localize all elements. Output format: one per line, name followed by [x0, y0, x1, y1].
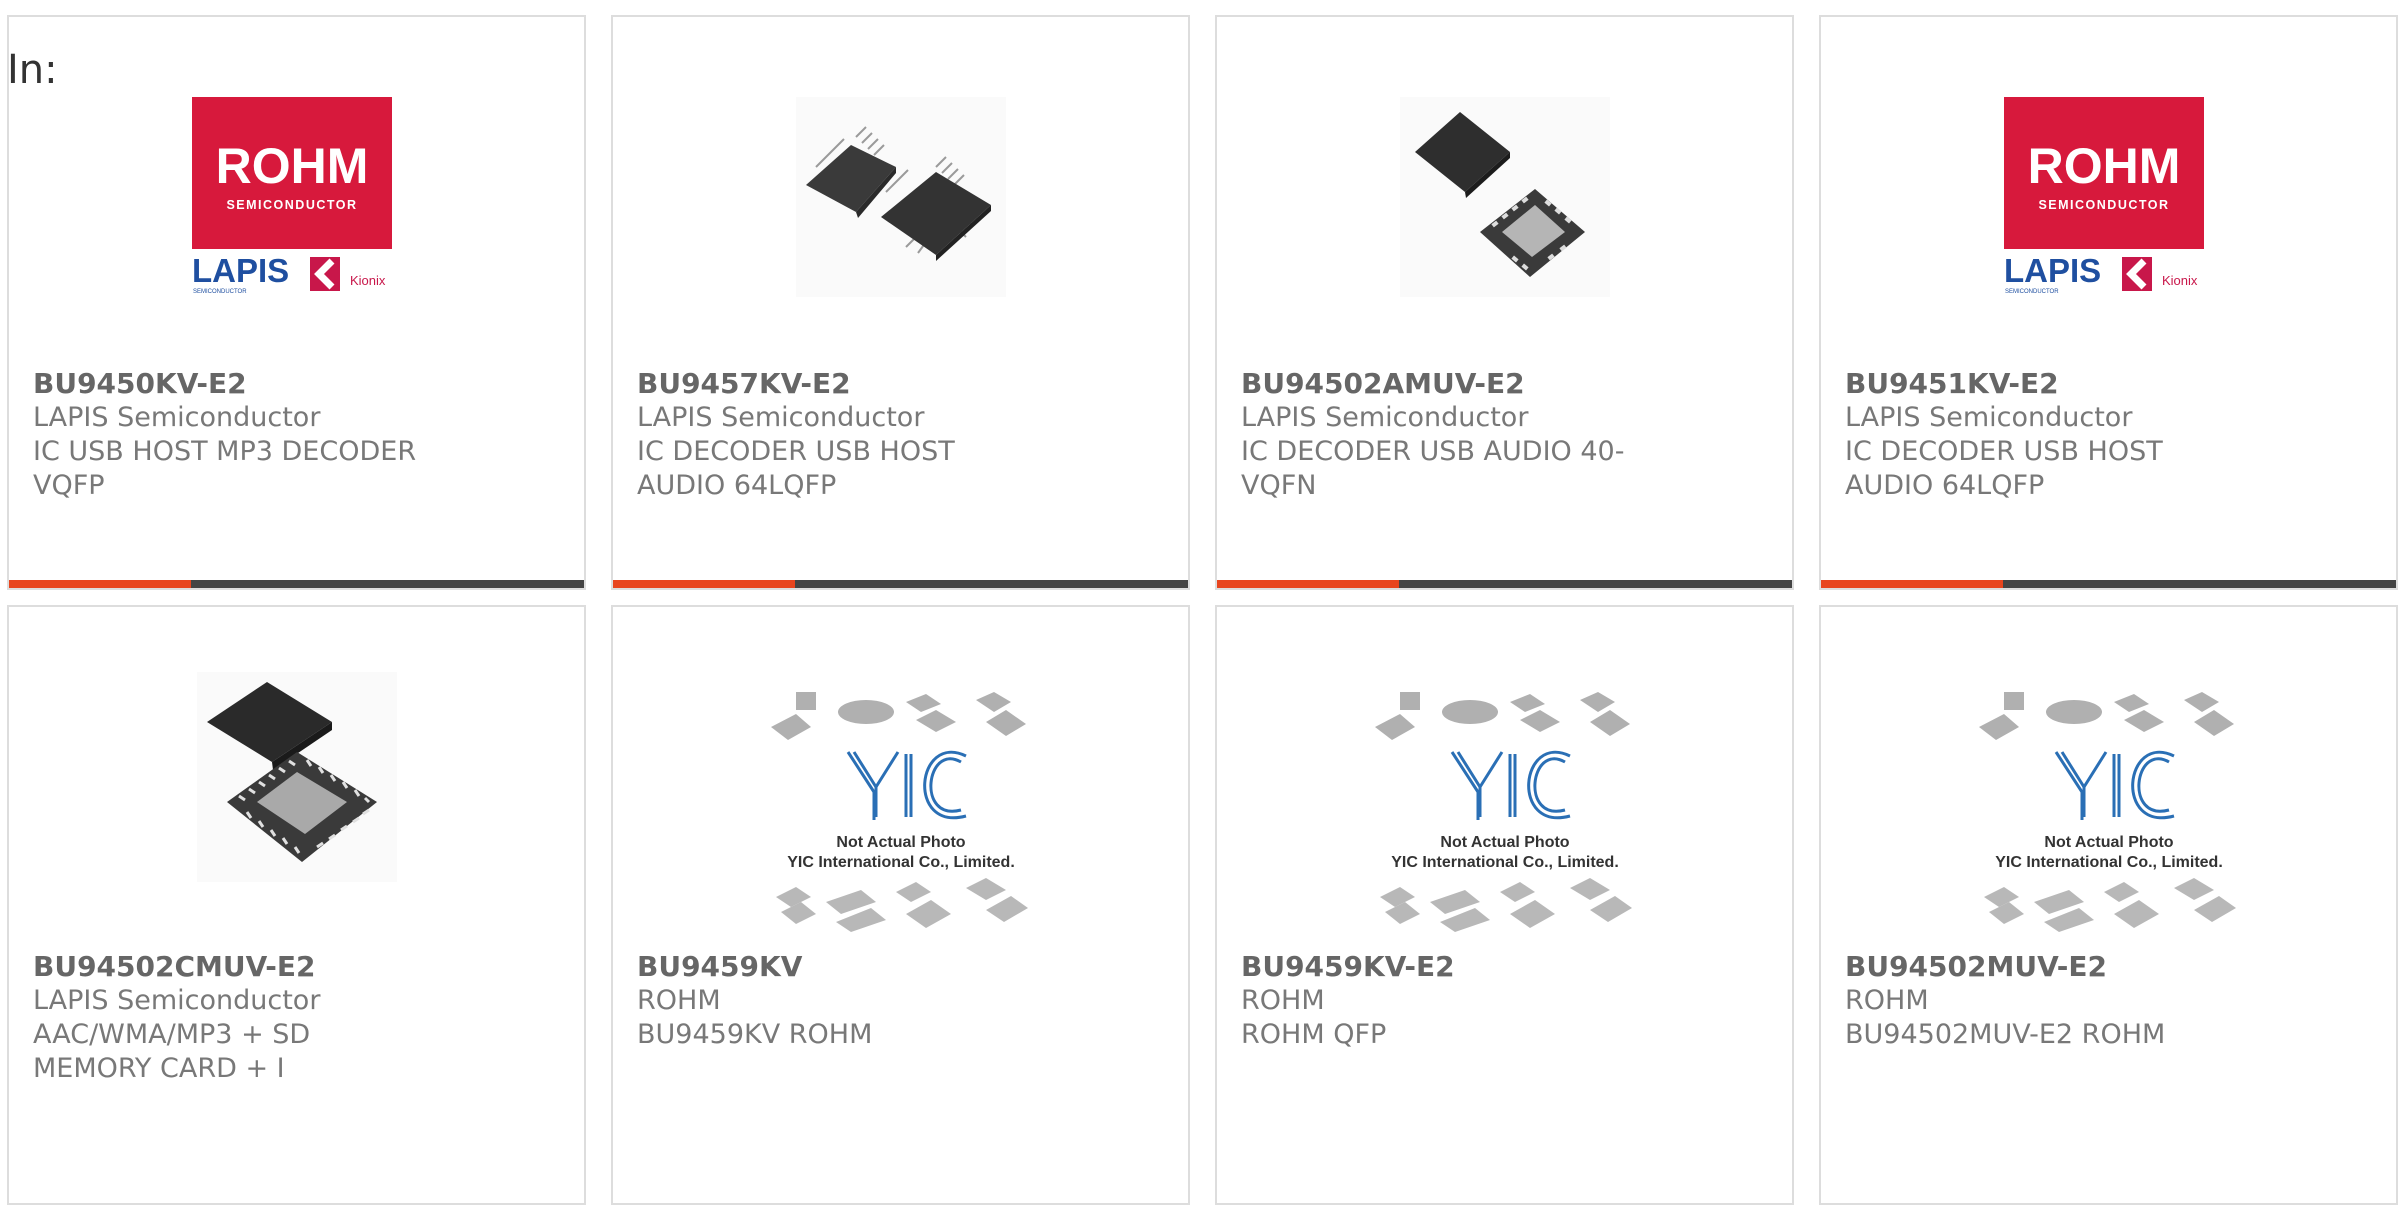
description: BU94502MUV-E2 ROHM — [1845, 1019, 2166, 1050]
manufacturer: LAPIS Semiconductor — [1241, 402, 1529, 433]
product-card[interactable]: BU94502CMUV-E2 LAPIS Semiconductor AAC/W… — [7, 605, 586, 1205]
part-number[interactable]: BU9450KV-E2 — [33, 367, 560, 401]
part-number[interactable]: BU94502MUV-E2 — [1845, 950, 2372, 984]
manufacturer: LAPIS Semiconductor — [1845, 402, 2133, 433]
product-card[interactable]: Not Actual Photo YIC International Co., … — [1819, 605, 2398, 1205]
product-image[interactable]: Not Actual Photo YIC International Co., … — [1217, 692, 1792, 932]
manufacturer: LAPIS Semiconductor — [33, 985, 321, 1016]
card-accent-bar — [9, 580, 191, 588]
placeholder-line1: Not Actual Photo — [1440, 834, 1569, 851]
placeholder-line1: Not Actual Photo — [2044, 834, 2173, 851]
search-in-label: In: — [7, 47, 58, 93]
manufacturer: ROHM — [1241, 985, 1325, 1016]
product-card[interactable]: ROHM SEMICONDUCTOR LAPIS SEMICONDUCTOR K… — [1819, 15, 2398, 590]
product-image[interactable]: ROHM SEMICONDUCTOR LAPIS SEMICONDUCTOR K… — [1821, 77, 2396, 317]
vqfn-chip-photo-icon — [1399, 97, 1610, 297]
description: AAC/WMA/MP3 + SD MEMORY CARD + I — [33, 1019, 311, 1084]
lapis-text: LAPIS — [2004, 252, 2101, 289]
card-bottom-bar — [1821, 580, 2396, 588]
rohm-lapis-logo: ROHM SEMICONDUCTOR LAPIS SEMICONDUCTOR K… — [191, 97, 392, 295]
manufacturer: LAPIS Semiconductor — [637, 402, 925, 433]
description: IC USB HOST MP3 DECODER VQFP — [33, 436, 417, 501]
manufacturer: ROHM — [637, 985, 721, 1016]
card-bottom-bar — [9, 580, 584, 588]
description: IC DECODER USB HOST AUDIO 64LQFP — [637, 436, 955, 501]
placeholder-line2: YIC International Co., Limited. — [1995, 854, 2223, 871]
qfp-chip-photo-icon — [795, 97, 1006, 297]
placeholder-line1: Not Actual Photo — [836, 834, 965, 851]
product-image[interactable]: Not Actual Photo YIC International Co., … — [613, 692, 1188, 932]
kionix-text: Kionix — [350, 273, 386, 288]
description: IC DECODER USB AUDIO 40-VQFN — [1241, 436, 1625, 501]
card-bottom-bar — [1217, 580, 1792, 588]
rohm-sub-text: SEMICONDUCTOR — [2038, 198, 2169, 212]
product-image[interactable]: ROHM SEMICONDUCTOR LAPIS SEMICONDUCTOR K… — [9, 77, 584, 317]
product-card[interactable]: Not Actual Photo YIC International Co., … — [1215, 605, 1794, 1205]
yic-placeholder-image: Not Actual Photo YIC International Co., … — [1374, 692, 1632, 932]
rohm-sub-text: SEMICONDUCTOR — [226, 198, 357, 212]
product-image[interactable]: Not Actual Photo YIC International Co., … — [1821, 692, 2396, 932]
part-number[interactable]: BU94502AMUV-E2 — [1241, 367, 1768, 401]
product-image[interactable] — [613, 77, 1188, 317]
rohm-text: ROHM — [2027, 138, 2180, 194]
part-number[interactable]: BU9451KV-E2 — [1845, 367, 2372, 401]
kionix-text: Kionix — [2162, 273, 2198, 288]
part-number[interactable]: BU9459KV-E2 — [1241, 950, 1768, 984]
product-image[interactable] — [1217, 77, 1792, 317]
description: BU9459KV ROHM — [637, 1019, 873, 1050]
part-number[interactable]: BU9457KV-E2 — [637, 367, 1164, 401]
manufacturer: LAPIS Semiconductor — [33, 402, 321, 433]
rohm-text: ROHM — [215, 138, 368, 194]
part-number[interactable]: BU94502CMUV-E2 — [33, 950, 560, 984]
part-number[interactable]: BU9459KV — [637, 950, 1164, 984]
description: ROHM QFP — [1241, 1019, 1387, 1050]
card-accent-bar — [1217, 580, 1399, 588]
product-image[interactable] — [9, 662, 584, 892]
product-card[interactable]: ROHM SEMICONDUCTOR LAPIS SEMICONDUCTOR K… — [7, 15, 586, 590]
product-card[interactable]: Not Actual Photo YIC International Co., … — [611, 605, 1190, 1205]
placeholder-line2: YIC International Co., Limited. — [1391, 854, 1619, 871]
yic-placeholder-image: Not Actual Photo YIC International Co., … — [1978, 692, 2236, 932]
lapis-sub-text: SEMICONDUCTOR — [193, 289, 247, 295]
placeholder-line2: YIC International Co., Limited. — [787, 854, 1015, 871]
lapis-text: LAPIS — [192, 252, 289, 289]
qfn-chip-photo-icon — [196, 672, 397, 882]
card-accent-bar — [1821, 580, 2003, 588]
product-card[interactable]: BU9457KV-E2 LAPIS Semiconductor IC DECOD… — [611, 15, 1190, 590]
card-accent-bar — [613, 580, 795, 588]
card-bottom-bar — [613, 580, 1188, 588]
rohm-lapis-logo: ROHM SEMICONDUCTOR LAPIS SEMICONDUCTOR K… — [2003, 97, 2204, 295]
product-card[interactable]: BU94502AMUV-E2 LAPIS Semiconductor IC DE… — [1215, 15, 1794, 590]
lapis-sub-text: SEMICONDUCTOR — [2005, 289, 2059, 295]
yic-placeholder-image: Not Actual Photo YIC International Co., … — [770, 692, 1028, 932]
manufacturer: ROHM — [1845, 985, 1929, 1016]
description: IC DECODER USB HOST AUDIO 64LQFP — [1845, 436, 2163, 501]
